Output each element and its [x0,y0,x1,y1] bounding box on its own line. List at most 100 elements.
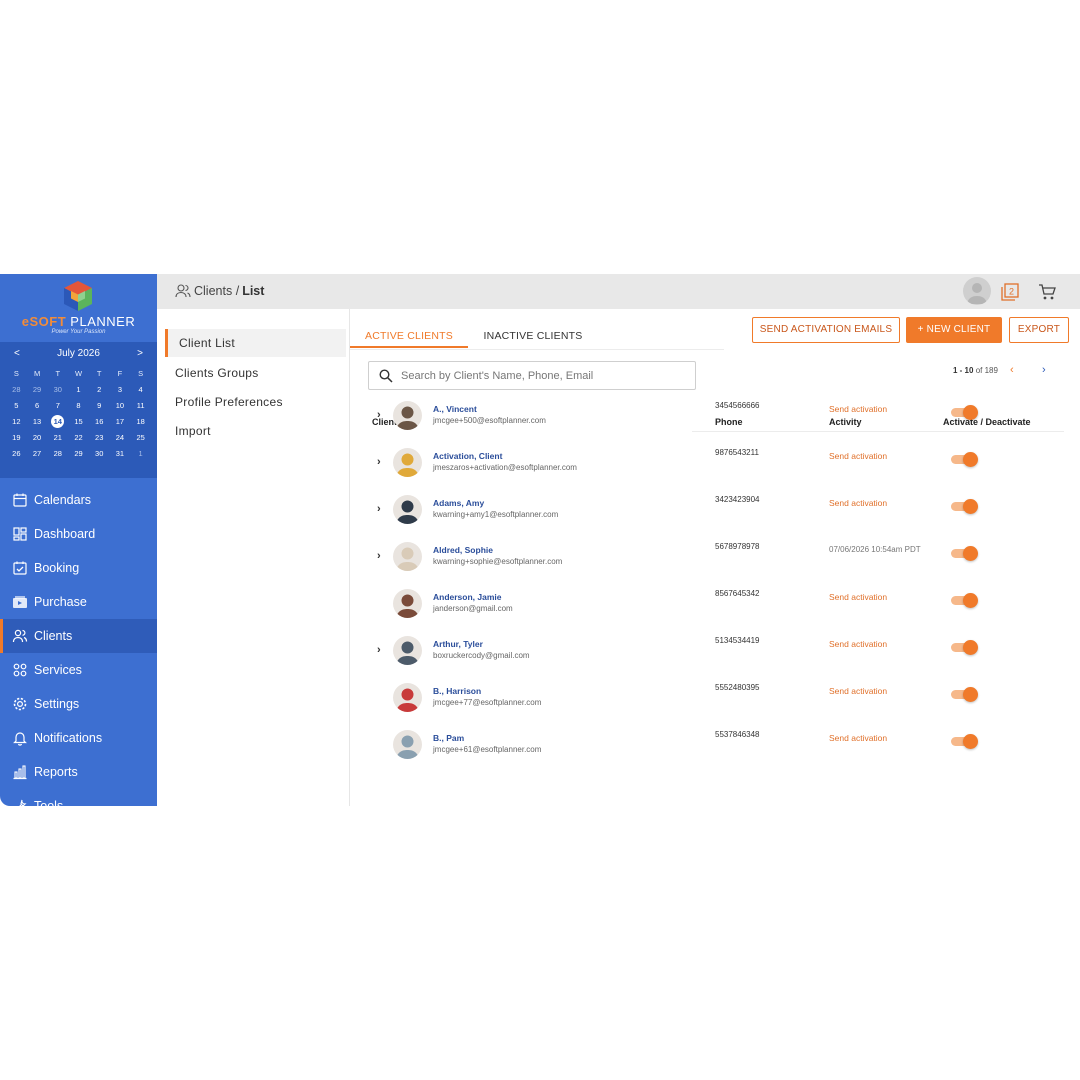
send-activation-link[interactable]: Send activation [829,639,887,649]
nav-item-clients[interactable]: Clients [0,619,157,653]
activate-toggle[interactable] [951,452,978,467]
calendar-day[interactable]: 30 [47,383,68,396]
calendar-day[interactable]: 17 [110,415,131,428]
toggle-knob [963,734,978,749]
tab-inactive-clients[interactable]: INACTIVE CLIENTS [474,322,592,348]
send-activation-link[interactable]: Send activation [829,498,887,508]
calendar-day[interactable]: 1 [130,447,151,460]
calendar-day[interactable]: 19 [6,431,27,444]
pagination-prev-button[interactable]: ‹ [1010,364,1014,376]
nav-item-dashboard[interactable]: Dashboard [0,517,157,551]
calendar-day[interactable]: 29 [27,383,48,396]
calendar-day[interactable]: 22 [68,431,89,444]
nav-item-services[interactable]: Services [0,653,157,687]
send-activation-link[interactable]: Send activation [829,404,887,414]
nav-item-purchase[interactable]: Purchase [0,585,157,619]
expand-row-chevron-icon[interactable]: › [377,456,381,468]
calendar-day[interactable]: 10 [110,399,131,412]
calendar-day[interactable]: 7 [47,399,68,412]
calendar-day[interactable]: 28 [6,383,27,396]
expand-row-chevron-icon[interactable]: › [377,550,381,562]
client-name[interactable]: A., Vincent [433,404,477,414]
logo[interactable]: eSOFT PLANNER Power Your Passion [0,274,157,340]
subnav-item-profile-preferences[interactable]: Profile Preferences [165,388,346,416]
calendar-day[interactable]: 5 [6,399,27,412]
activate-toggle[interactable] [951,640,978,655]
notifications-icon[interactable]: 2 [1001,283,1019,301]
calendar-day[interactable]: 26 [6,447,27,460]
client-name[interactable]: Anderson, Jamie [433,592,502,602]
calendar-day[interactable]: 27 [27,447,48,460]
nav-item-notifications[interactable]: Notifications [0,721,157,755]
calendar-day[interactable]: 2 [89,383,110,396]
activate-toggle[interactable] [951,593,978,608]
activate-toggle[interactable] [951,499,978,514]
calendar-day[interactable]: 29 [68,447,89,460]
nav-item-label: Purchase [34,595,87,609]
toggle-knob [963,593,978,608]
breadcrumb-section[interactable]: Clients [194,284,232,298]
calendar-day[interactable]: 25 [130,431,151,444]
client-name[interactable]: Activation, Client [433,451,502,461]
subnav-item-clients-groups[interactable]: Clients Groups [165,359,346,387]
calendar-weekday-label: W [74,369,83,378]
send-activation-emails-button[interactable]: SEND ACTIVATION EMAILS [752,317,900,343]
expand-row-chevron-icon[interactable]: › [377,503,381,515]
calendar-day[interactable]: 16 [89,415,110,428]
breadcrumb-separator: / [235,284,240,298]
client-avatar [393,401,422,430]
user-avatar[interactable] [963,277,991,305]
client-name[interactable]: Arthur, Tyler [433,639,483,649]
export-button[interactable]: EXPORT [1009,317,1069,343]
calendar-day[interactable]: 1 [68,383,89,396]
calendar-day[interactable]: 9 [89,399,110,412]
calendar-day[interactable]: 15 [68,415,89,428]
client-name[interactable]: B., Pam [433,733,464,743]
subnav-item-client-list[interactable]: Client List [165,329,346,357]
nav-item-booking[interactable]: Booking [0,551,157,585]
calendar-day[interactable]: 4 [130,383,151,396]
activate-toggle[interactable] [951,687,978,702]
send-activation-link[interactable]: Send activation [829,451,887,461]
nav-item-tools[interactable]: Tools [0,789,157,806]
nav-item-reports[interactable]: Reports [0,755,157,789]
calendar-day[interactable]: 23 [89,431,110,444]
search-input[interactable] [401,366,689,386]
calendar-day[interactable]: 20 [27,431,48,444]
calendar-day[interactable]: 13 [27,415,48,428]
calendar-day[interactable]: 24 [110,431,131,444]
calendar-day[interactable]: 30 [89,447,110,460]
cart-icon[interactable] [1038,283,1056,301]
client-name[interactable]: Aldred, Sophie [433,545,493,555]
activate-toggle[interactable] [951,405,978,420]
calendar-day-today[interactable]: 14 [51,415,65,428]
pagination-next-button[interactable]: › [1042,364,1046,376]
client-name[interactable]: Adams, Amy [433,498,484,508]
calendar-next-button[interactable]: > [137,348,143,359]
calendar-day[interactable]: 8 [68,399,89,412]
calendar-day[interactable]: 18 [130,415,151,428]
toggle-knob [963,546,978,561]
calendar-day[interactable]: 12 [6,415,27,428]
calendar-day[interactable]: 6 [27,399,48,412]
expand-row-chevron-icon[interactable]: › [377,409,381,421]
activate-toggle[interactable] [951,546,978,561]
new-client-button[interactable]: + NEW CLIENT [906,317,1002,343]
calendar-day[interactable]: 21 [47,431,68,444]
nav-item-calendars[interactable]: Calendars [0,483,157,517]
expand-row-chevron-icon[interactable]: › [377,644,381,656]
tab-active-clients[interactable]: ACTIVE CLIENTS [350,322,468,348]
send-activation-link[interactable]: Send activation [829,686,887,696]
client-name[interactable]: B., Harrison [433,686,481,696]
table-row: › A., Vincent jmcgee+500@esoftplanner.com 3… [350,397,1080,444]
nav-item-settings[interactable]: Settings [0,687,157,721]
activate-toggle[interactable] [951,734,978,749]
users-icon [175,284,191,298]
calendar-day[interactable]: 11 [130,399,151,412]
subnav-item-import[interactable]: Import [165,417,346,445]
calendar-day[interactable]: 31 [110,447,131,460]
calendar-day[interactable]: 3 [110,383,131,396]
send-activation-link[interactable]: Send activation [829,592,887,602]
calendar-day[interactable]: 28 [47,447,68,460]
send-activation-link[interactable]: Send activation [829,733,887,743]
